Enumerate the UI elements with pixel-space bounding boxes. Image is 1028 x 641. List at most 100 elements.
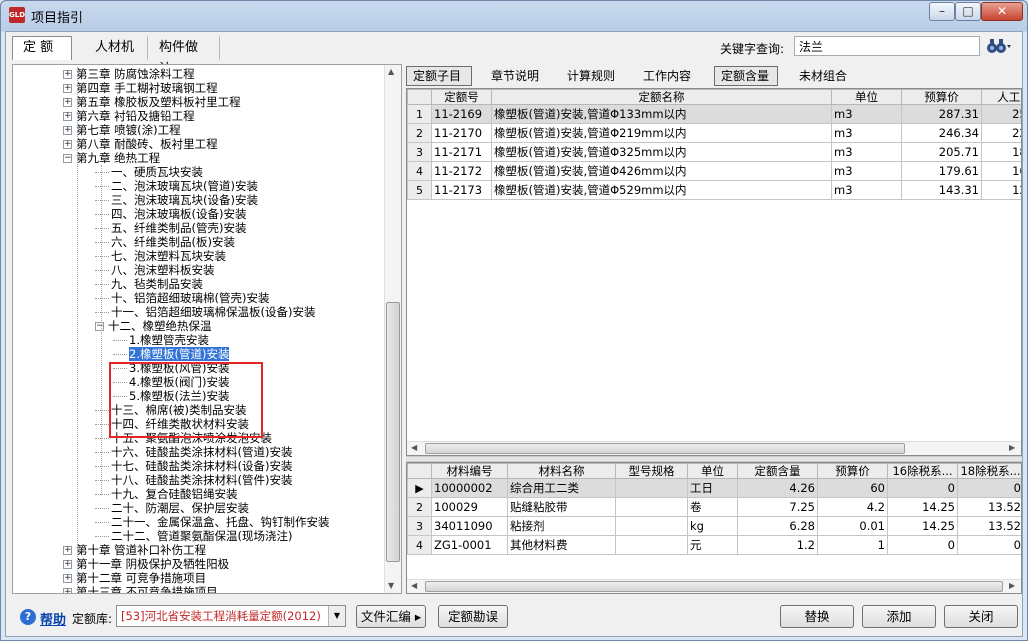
tree-node[interactable]: 五、纤维类制品(管壳)安装 [95,221,246,235]
column-header[interactable]: 材料名称 [507,463,616,479]
column-header[interactable]: 预算价 [817,463,888,479]
minimize-button[interactable]: – [929,2,955,21]
tab-labor-material-machine[interactable]: 人材机 [84,36,148,60]
tree-node[interactable]: 十、铝箔超细玻璃棉(管壳)安装 [95,291,269,305]
column-header[interactable]: 16除税系... [887,463,958,479]
tree-scroll-thumb[interactable] [386,302,400,562]
quota-errata-button[interactable]: 定额勘误 [438,605,508,628]
tree-node[interactable]: + 第十三章 不可竞争措施项目 [63,585,218,593]
material-grid[interactable]: 材料编号 材料名称 型号规格 单位 定额含量 预算价 16除税系... 18除税系... ▶ 1… [406,462,1022,594]
expand-icon[interactable]: + [63,574,72,583]
expand-icon[interactable]: + [63,546,72,555]
quota-items-grid[interactable]: 定额号定额名称单位预算价人工费 111-2169橡塑板(管道)安装,管道Φ133… [406,88,1022,456]
column-header[interactable] [407,89,432,105]
tab-quota[interactable]: 定 额 [12,36,72,60]
table-row[interactable]: 211-2170橡塑板(管道)安装,管道Φ219mm以内m3246.34220.… [407,123,1021,143]
tab-component-method[interactable]: 构件做法 [148,36,220,77]
tree-node[interactable]: − 十二、橡塑绝热保温 [95,319,212,333]
tree-node[interactable]: 九、毡类制品安装 [95,277,203,291]
tree-node[interactable]: 二十、防潮层、保护层安装 [95,501,249,515]
add-button[interactable]: 添加 [862,605,936,628]
tree-node[interactable]: 八、泡沫塑料板安装 [95,263,215,277]
tree-vertical-scrollbar[interactable]: ▲ ▼ [384,65,401,593]
tree-node[interactable]: 二、泡沫玻璃瓦块(管道)安装 [95,179,258,193]
tree-node[interactable]: + 第十二章 可竞争措施项目 [63,571,206,585]
expand-icon[interactable]: + [63,112,72,121]
column-header[interactable]: 型号规格 [615,463,688,479]
column-header[interactable]: 定额含量 [737,463,818,479]
expand-icon[interactable]: + [63,98,72,107]
keyword-search-input[interactable] [794,36,980,56]
tree-node[interactable]: 二十一、金属保温盒、托盘、钩钉制作安装 [95,515,330,529]
scroll-up-arrow-icon[interactable]: ▲ [388,67,394,76]
expand-icon[interactable]: + [63,70,72,79]
table-row[interactable]: 3 34011090 粘接剂 kg 6.28 0.01 14.25 13.52 [407,516,1021,536]
maximize-button[interactable]: □ [955,2,981,21]
collapse-icon[interactable]: − [95,322,104,331]
tree-node[interactable]: + 第五章 橡胶板及塑料板衬里工程 [63,95,241,109]
tab-quota-items[interactable]: 定额子目 [406,66,472,86]
tree-node[interactable]: + 第六章 衬铅及搪铅工程 [63,109,195,123]
close-button[interactable]: 关闭 [944,605,1018,628]
tree-node[interactable]: + 第三章 防腐蚀涂料工程 [63,67,195,81]
tree-node[interactable]: 一、硬质瓦块安装 [95,165,203,179]
collapse-icon[interactable]: − [63,154,72,163]
tree-node[interactable]: 十七、硅酸盐类涂抹材料(设备)安装 [95,459,292,473]
close-window-button[interactable]: ✕ [981,2,1023,21]
tree-node[interactable]: 十六、硅酸盐类涂抹材料(管道)安装 [95,445,292,459]
help-link[interactable]: 帮助 [40,609,66,628]
scroll-left-arrow-icon[interactable]: ◀ [411,443,417,452]
scroll-right-arrow-icon[interactable]: ▶ [1009,443,1015,452]
binoculars-search-icon[interactable] [986,37,1014,57]
tree-node[interactable]: 三、泡沫玻璃瓦块(设备)安装 [95,193,258,207]
expand-icon[interactable]: + [63,588,72,593]
tree-node[interactable]: 1.橡塑管壳安装 [113,333,209,347]
tree-node[interactable]: 十八、硅酸盐类涂抹材料(管件)安装 [95,473,292,487]
tree-node[interactable]: 十一、铝箔超细玻璃棉保温板(设备)安装 [95,305,315,319]
tab-calculation-rules[interactable]: 计算规则 [560,66,622,86]
column-header[interactable]: 18除税系... [957,463,1021,479]
tree-node[interactable]: + 第七章 喷镀(涂)工程 [63,123,181,137]
tree-node[interactable]: 2.橡塑板(管道)安装 [113,347,230,361]
column-header[interactable]: 单位 [831,89,902,105]
title-bar[interactable]: GLD 项目指引 – □ ✕ [1,1,1027,29]
tree-node[interactable]: + 第四章 手工糊衬玻璃钢工程 [63,81,218,95]
table-row[interactable]: 311-2171橡塑板(管道)安装,管道Φ325mm以内m3205.71186.… [407,142,1021,162]
material-horizontal-scrollbar[interactable]: ◀ ▶ [407,579,1021,593]
chapter-tree[interactable]: + 第三章 防腐蚀涂料工程 + 第四章 手工糊衬玻璃钢工程 + 第五章 橡胶板及塑料板衬里… [12,64,402,594]
material-scroll-thumb[interactable] [425,581,1003,592]
tree-node[interactable]: + 第十一章 阴极保护及牺牲阳极 [63,557,229,571]
file-compilation-button[interactable]: 文件汇编 ▸ [356,605,426,628]
tab-chapter-notes[interactable]: 章节说明 [484,66,546,86]
quota-horizontal-scrollbar[interactable]: ◀ ▶ [407,441,1021,455]
tree-node[interactable]: 七、泡沫塑料瓦块安装 [95,249,226,263]
tree-node[interactable]: + 第十章 管道补口补伤工程 [63,543,206,557]
expand-icon[interactable]: + [63,84,72,93]
replace-button[interactable]: 替换 [780,605,854,628]
tab-unpriced-material-combo[interactable]: 未材组合 [792,66,854,86]
expand-icon[interactable]: + [63,560,72,569]
tree-node[interactable]: 二十二、管道聚氨酯保温(现场浇注) [95,529,292,543]
table-row[interactable]: 511-2173橡塑板(管道)安装,管道Φ529mm以内m3143.31128.… [407,180,1021,200]
table-row[interactable]: 4 ZG1-0001 其他材料费元 1.2 1 0 0 [407,535,1021,555]
tree-node[interactable]: 四、泡沫玻璃板(设备)安装 [95,207,246,221]
dropdown-arrow-icon[interactable]: ▼ [328,606,345,626]
tree-node[interactable]: 六、纤维类制品(板)安装 [95,235,235,249]
scroll-left-arrow-icon[interactable]: ◀ [411,581,417,590]
quota-scroll-thumb[interactable] [425,443,905,454]
column-header[interactable]: 预算价 [901,89,982,105]
table-row[interactable]: 111-2169橡塑板(管道)安装,管道Φ133mm以内m3287.31255.… [407,104,1021,124]
expand-icon[interactable]: + [63,140,72,149]
column-header[interactable]: 材料编号 [431,463,508,479]
quota-library-select[interactable]: [53]河北省安装工程消耗量定额(2012) ▼ [116,605,346,627]
tab-quota-content[interactable]: 定额含量 [714,66,778,86]
column-header[interactable]: 定额号 [431,89,492,105]
expand-icon[interactable]: + [63,126,72,135]
table-row[interactable]: 2 100029 贴缝粘胶带 卷 7.25 4.2 14.25 13.52 [407,497,1021,517]
column-header[interactable]: 单位 [687,463,738,479]
table-row[interactable]: ▶ 10000002 综合用工二类 工日 4.26 60 0 0 [407,478,1021,498]
column-header[interactable] [407,463,432,479]
tree-node[interactable]: + 第八章 耐酸砖、板衬里工程 [63,137,218,151]
column-header[interactable]: 人工费 [981,89,1021,105]
scroll-right-arrow-icon[interactable]: ▶ [1009,581,1015,590]
